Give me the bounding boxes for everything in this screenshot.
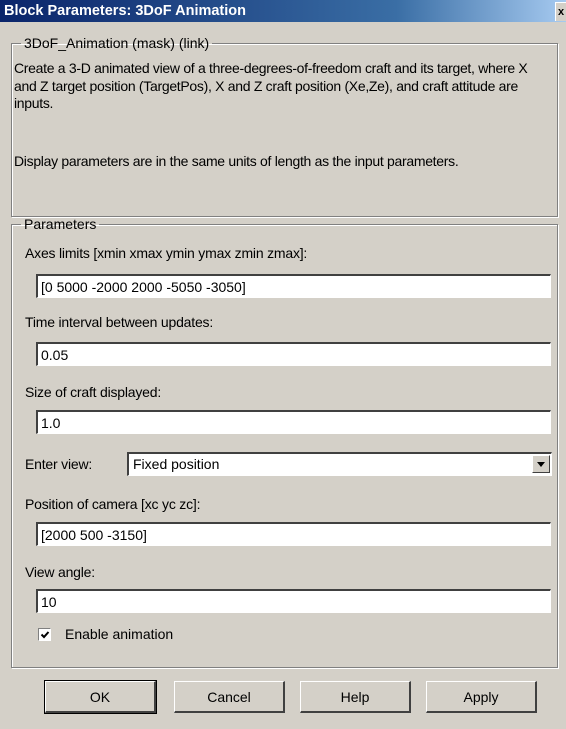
- enter-view-label: Enter view:: [25, 456, 93, 472]
- enter-view-select[interactable]: Fixed position: [127, 452, 552, 476]
- craft-size-input[interactable]: [36, 410, 551, 434]
- window-title: Block Parameters: 3DoF Animation: [4, 3, 246, 19]
- camera-position-label: Position of camera [xc yc zc]:: [25, 496, 201, 512]
- units-note: Display parameters are in the same units…: [14, 153, 459, 169]
- camera-position-input[interactable]: [36, 522, 551, 546]
- mask-description: Create a 3-D animated view of a three-de…: [14, 60, 528, 111]
- enable-animation-checkbox[interactable]: [38, 628, 51, 641]
- dropdown-button[interactable]: [532, 455, 550, 473]
- axes-limits-label: Axes limits [xmin xmax ymin ymax zmin zm…: [25, 245, 308, 261]
- time-interval-input[interactable]: [36, 342, 551, 366]
- help-button[interactable]: Help: [300, 681, 411, 713]
- close-button[interactable]: x: [555, 2, 566, 21]
- ok-button[interactable]: OK: [45, 681, 156, 713]
- view-angle-input[interactable]: [36, 589, 551, 613]
- cancel-button[interactable]: Cancel: [174, 681, 285, 713]
- enter-view-selected-value: Fixed position: [133, 456, 220, 472]
- checkmark-icon: [40, 631, 50, 639]
- mask-group-title: 3DoF_Animation (mask) (link): [24, 35, 210, 51]
- view-angle-label: View angle:: [25, 564, 95, 580]
- parameters-group-title: Parameters: [24, 216, 97, 232]
- apply-button[interactable]: Apply: [426, 681, 537, 713]
- close-icon: x: [557, 6, 565, 18]
- title-bar: Block Parameters: 3DoF Animation x: [0, 0, 566, 22]
- chevron-down-icon: [537, 462, 545, 467]
- time-interval-label: Time interval between updates:: [25, 314, 214, 330]
- enable-animation-label[interactable]: Enable animation: [65, 626, 173, 643]
- craft-size-label: Size of craft displayed:: [25, 384, 162, 400]
- axes-limits-input[interactable]: [36, 274, 551, 298]
